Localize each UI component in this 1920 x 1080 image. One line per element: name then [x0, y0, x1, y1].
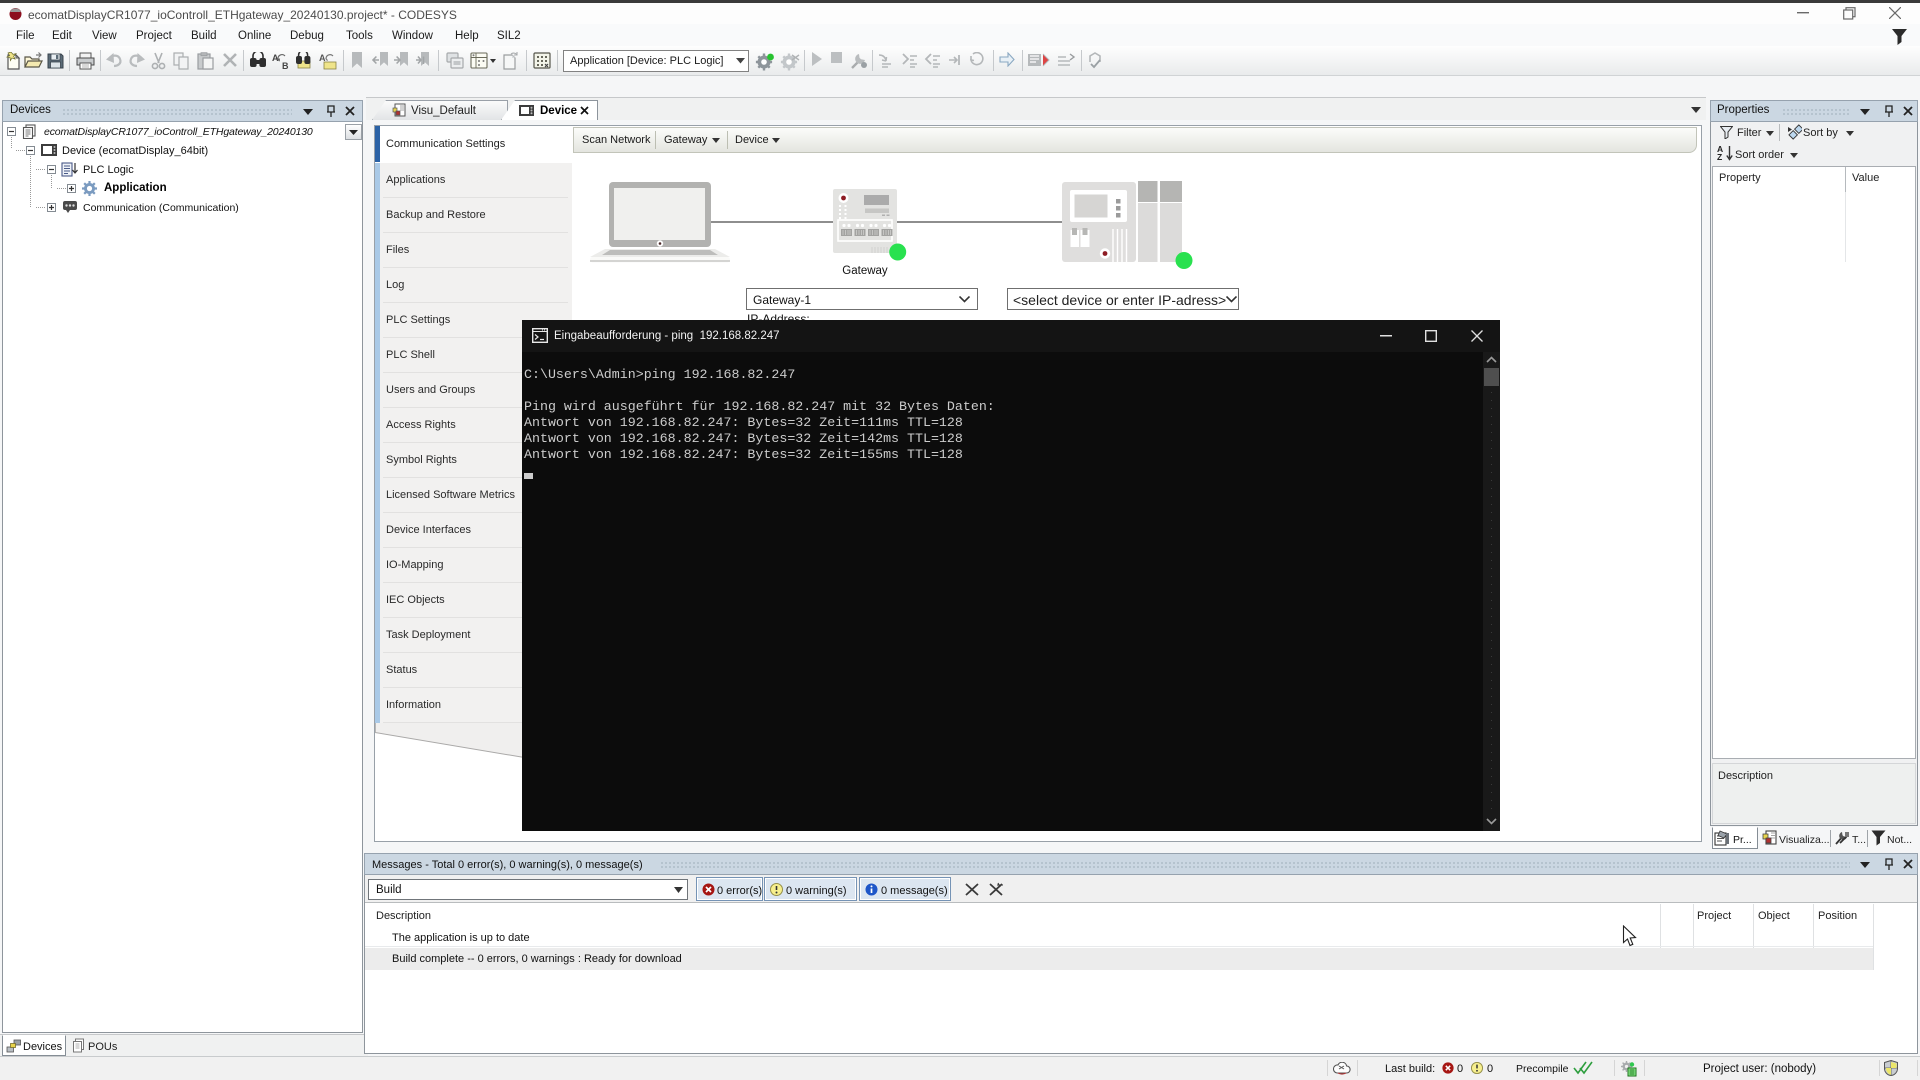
svg-text:B: B	[282, 61, 289, 70]
svg-text:A: A	[319, 53, 326, 63]
